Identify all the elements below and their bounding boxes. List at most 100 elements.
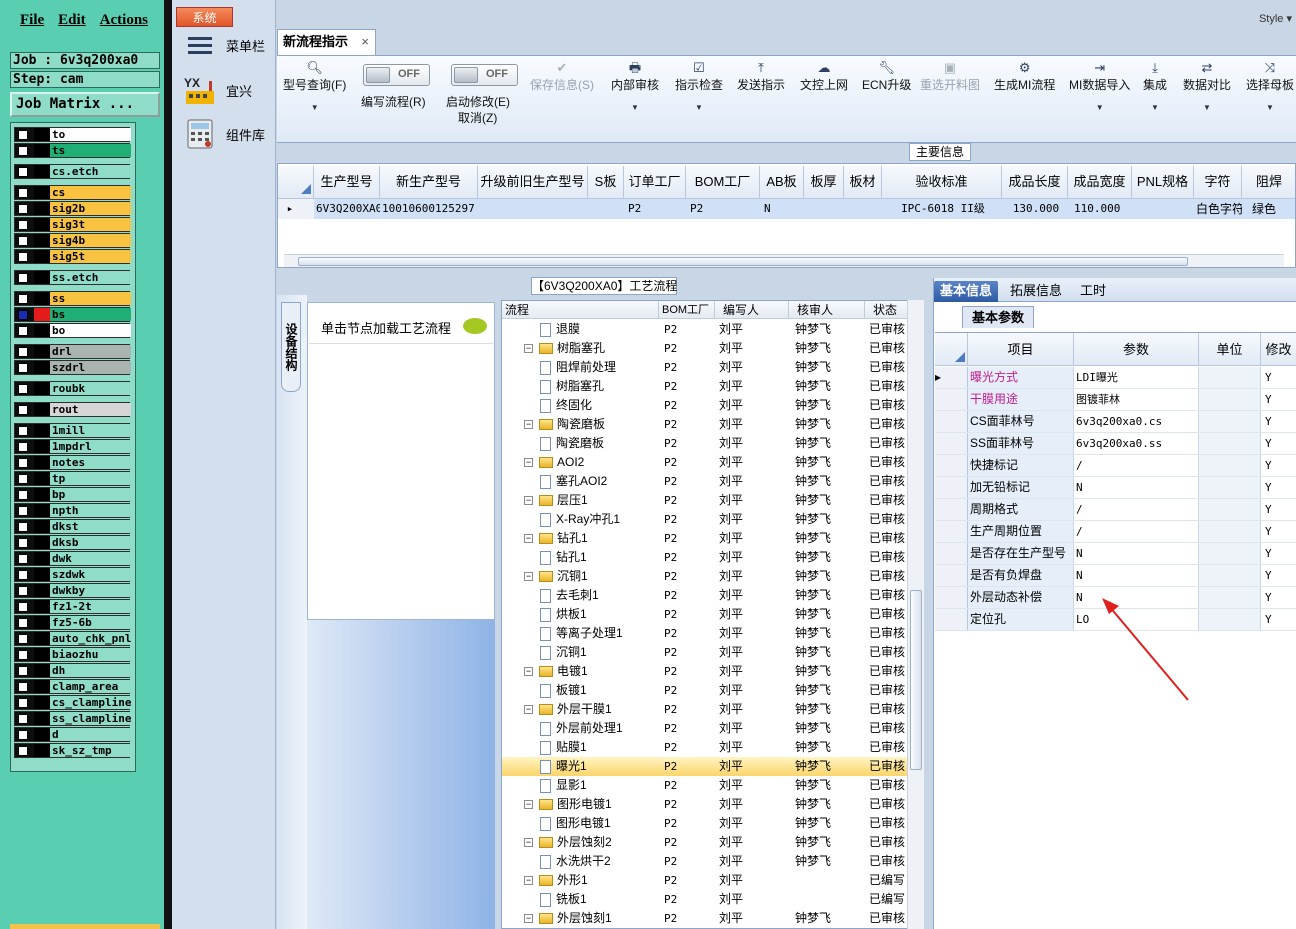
layer-row[interactable]: cs (14, 185, 131, 200)
layer-checkbox[interactable] (18, 363, 28, 373)
column-header[interactable]: 单位 (1199, 333, 1261, 366)
layer-row[interactable]: biaozhu (14, 647, 131, 662)
layer-row[interactable]: bs (14, 307, 131, 322)
column-header[interactable]: 参数 (1074, 333, 1199, 366)
tree-row[interactable]: − 外层蚀刻1 P2 刘平 钟梦飞 已审核 (502, 909, 910, 928)
column-header[interactable]: 成品长度 (1002, 166, 1068, 199)
layer-row[interactable]: fz1-2t (14, 599, 131, 614)
layer-checkbox[interactable] (18, 426, 28, 436)
layer-checkbox[interactable] (18, 236, 28, 246)
tree-row[interactable]: 烘板1 P2 刘平 钟梦飞 已审核 (502, 605, 910, 624)
tree-row[interactable]: 贴膜1 P2 刘平 钟梦飞 已审核 (502, 738, 910, 757)
table-cell[interactable]: 绿色 (1242, 199, 1295, 219)
tree-row[interactable]: − 陶瓷磨板 P2 刘平 钟梦飞 已审核 (502, 415, 910, 434)
layer-row[interactable]: ss_clampline (14, 711, 131, 726)
tree-row[interactable]: 退膜 P2 刘平 钟梦飞 已审核 (502, 320, 910, 339)
layer-checkbox[interactable] (18, 130, 28, 140)
tree-row[interactable]: − 外形1 P2 刘平 已编写 (502, 871, 910, 890)
collapse-icon[interactable]: − (524, 800, 533, 810)
collapse-icon[interactable]: − (524, 705, 533, 715)
layer-checkbox[interactable] (18, 146, 28, 156)
tree-row[interactable]: 阻焊前处理 P2 刘平 钟梦飞 已审核 (502, 358, 910, 377)
column-header[interactable]: BOM工厂 (686, 166, 760, 199)
tree-node-label[interactable]: − 图形电镀1 (524, 795, 658, 814)
layer-row[interactable]: to (14, 127, 131, 142)
layer-row[interactable]: dwk (14, 551, 131, 566)
instruction-check-button[interactable]: ☑ 指示检查 ▼ (675, 60, 723, 112)
collapse-icon[interactable]: − (524, 572, 533, 582)
table-cell[interactable]: IPC-6018 II级 (882, 199, 1002, 219)
layer-row[interactable]: ss (14, 291, 131, 306)
param-value[interactable]: / (1074, 455, 1199, 476)
param-row[interactable]: 干膜用途 图镀菲林 Y (935, 389, 1296, 411)
table-cell[interactable] (844, 199, 882, 219)
column-header[interactable]: 字符 (1194, 166, 1242, 199)
param-row[interactable]: SS面菲林号 6v3q200xa0.ss Y (935, 433, 1296, 455)
layer-row[interactable]: 1mpdrl (14, 439, 131, 454)
table-cell[interactable]: P2 (686, 199, 760, 219)
tree-node-label[interactable]: 铣板1 (540, 890, 658, 909)
column-header[interactable]: 生产型号 (314, 166, 380, 199)
tree-node-label[interactable]: 阻焊前处理 (540, 358, 658, 377)
layer-row[interactable]: clamp_area (14, 679, 131, 694)
tree-node-label[interactable]: 板镀1 (540, 681, 658, 700)
layer-row[interactable]: szdrl (14, 360, 131, 375)
layer-checkbox[interactable] (18, 188, 28, 198)
collapse-icon[interactable]: − (524, 420, 533, 430)
layer-checkbox[interactable] (18, 618, 28, 628)
layer-checkbox[interactable] (18, 570, 28, 580)
collapse-icon[interactable]: − (524, 838, 533, 848)
tree-row[interactable]: 图形电镀1 P2 刘平 钟梦飞 已审核 (502, 814, 910, 833)
layer-row[interactable]: rout (14, 402, 131, 417)
param-row[interactable]: 加无铅标记 N Y (935, 477, 1296, 499)
tree-node-label[interactable]: − 外层干膜1 (524, 700, 658, 719)
collapse-icon[interactable]: − (524, 344, 533, 354)
table-cell[interactable]: 130.000 (1002, 199, 1068, 219)
param-row[interactable]: 生产周期位置 / Y (935, 521, 1296, 543)
tree-node-label[interactable]: 显影1 (540, 776, 658, 795)
layer-row[interactable]: d (14, 727, 131, 742)
tab-new-flow[interactable]: 新流程指示 × (277, 29, 376, 55)
column-header[interactable]: 成品宽度 (1068, 166, 1132, 199)
layer-checkbox[interactable] (18, 384, 28, 394)
tree-row[interactable]: 终固化 P2 刘平 钟梦飞 已审核 (502, 396, 910, 415)
close-icon[interactable]: × (361, 30, 369, 54)
column-header[interactable]: 新生产型号 (380, 166, 478, 199)
tree-row[interactable]: 树脂塞孔 P2 刘平 钟梦飞 已审核 (502, 377, 910, 396)
tree-node-label[interactable]: − 外层蚀刻1 (524, 909, 658, 928)
nav-item-yixing[interactable]: YX 宜兴 (184, 75, 252, 105)
table-cell[interactable] (588, 199, 624, 219)
layer-row[interactable]: bo (14, 323, 131, 338)
horizontal-scrollbar[interactable] (284, 254, 1284, 267)
column-header[interactable]: S板 (588, 166, 624, 199)
column-header[interactable]: 升级前旧生产型号 (478, 166, 588, 199)
system-tab[interactable]: 系统 (176, 7, 233, 27)
menu-edit[interactable]: Edit (58, 12, 86, 29)
menu-actions[interactable]: Actions (100, 12, 148, 29)
tree-node-label[interactable]: 水洗烘干2 (540, 852, 658, 871)
send-instruction-button[interactable]: ⤒ 发送指示 (737, 60, 785, 93)
layer-checkbox[interactable] (18, 490, 28, 500)
integrate-button[interactable]: ⤓ 集成 ▼ (1143, 60, 1167, 112)
layer-row[interactable]: sk_sz_tmp (14, 743, 131, 758)
param-row[interactable]: 快捷标记 / Y (935, 455, 1296, 477)
internal-review-button[interactable]: 🖶 内部审核 ▼ (611, 60, 659, 112)
save-info-button[interactable]: ✔ 保存信息(S) (530, 60, 594, 93)
nav-item-components[interactable]: 组件库 (184, 119, 265, 149)
tree-row[interactable]: − 层压1 P2 刘平 钟梦飞 已审核 (502, 491, 910, 510)
layer-checkbox[interactable] (18, 746, 28, 756)
menu-file[interactable]: File (20, 12, 44, 29)
layer-checkbox[interactable] (18, 204, 28, 214)
column-header[interactable]: 验收标准 (882, 166, 1002, 199)
tree-row[interactable]: 水洗烘干2 P2 刘平 钟梦飞 已审核 (502, 852, 910, 871)
tree-node-label[interactable]: 陶瓷磨板 (540, 434, 658, 453)
layer-row[interactable]: dh (14, 663, 131, 678)
layer-checkbox[interactable] (18, 310, 28, 320)
param-row[interactable]: 是否有负焊盘 N Y (935, 565, 1296, 587)
table-cell[interactable]: 110.000 (1068, 199, 1132, 219)
layer-checkbox[interactable] (18, 554, 28, 564)
param-value[interactable]: / (1074, 521, 1199, 542)
param-value[interactable]: N (1074, 565, 1199, 586)
tree-node-label[interactable]: − 外层蚀刻2 (524, 833, 658, 852)
table-cell[interactable] (804, 199, 844, 219)
